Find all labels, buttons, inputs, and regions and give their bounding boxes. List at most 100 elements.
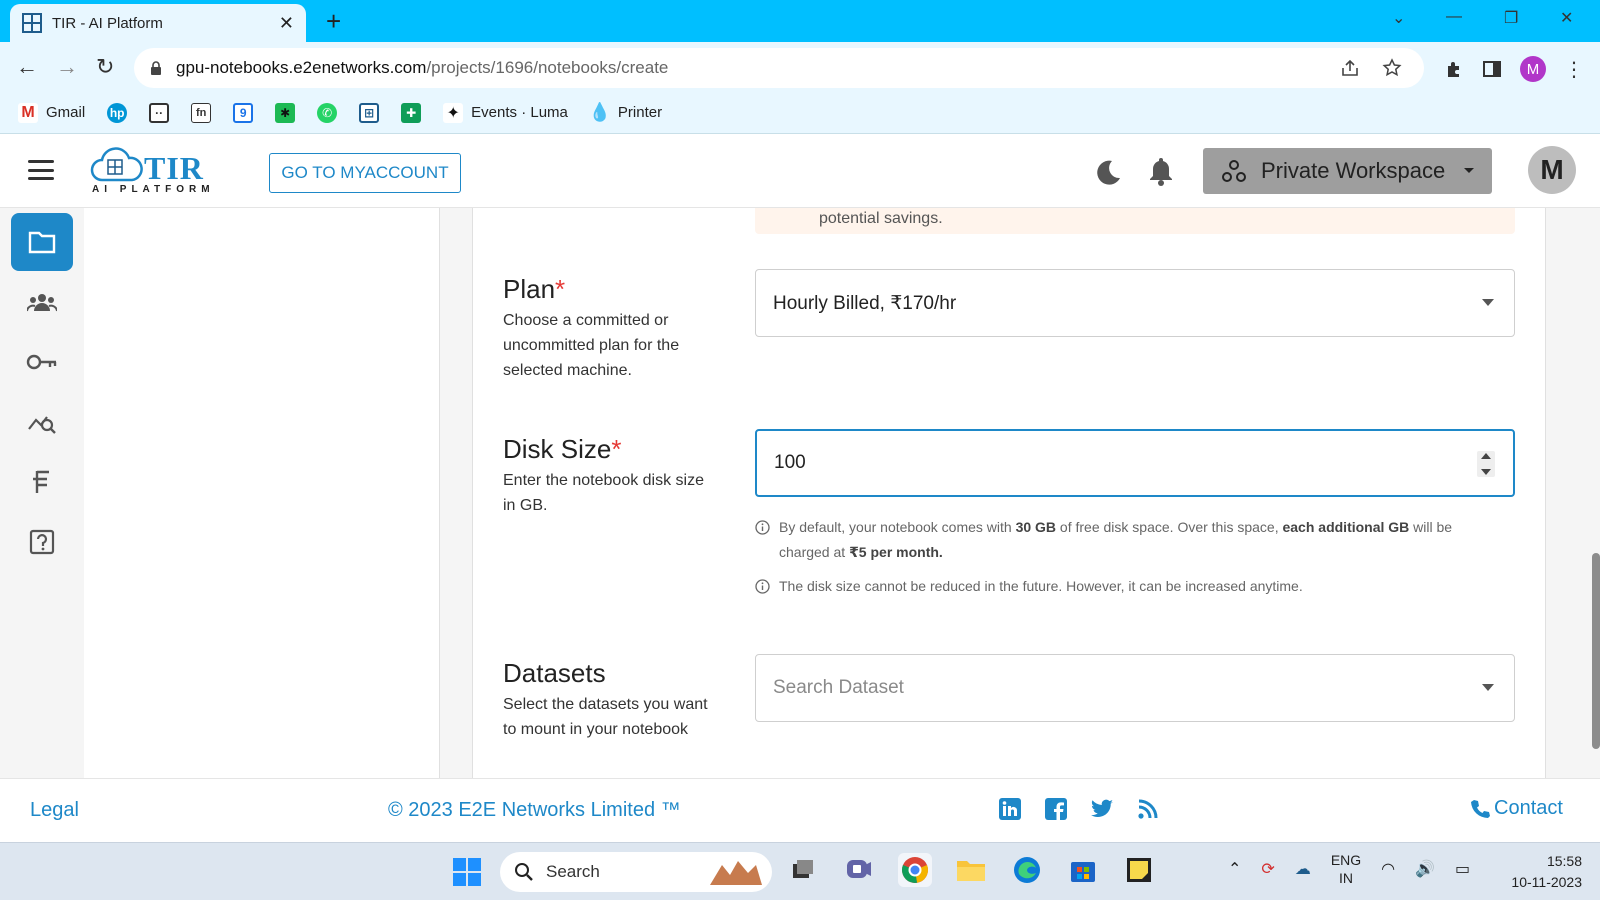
restore-icon[interactable]: ❐ <box>1504 8 1518 28</box>
microsoft-store-icon[interactable] <box>1066 853 1100 887</box>
share-icon[interactable] <box>1340 58 1360 78</box>
bookmark-printer[interactable]: 💧 Printer <box>588 102 662 123</box>
forward-icon[interactable]: → <box>56 54 78 80</box>
plan-label: Plan* <box>503 274 566 304</box>
dataset-search-select[interactable]: Search Dataset <box>755 654 1515 722</box>
plan-select[interactable]: Hourly Billed, ₹170/hr <box>755 269 1515 337</box>
folder-icon <box>28 231 56 254</box>
datasets-label: Datasets <box>503 658 606 688</box>
copyright-text: © 2023 E2E Networks Limited ™ <box>388 799 681 821</box>
go-to-myaccount-button[interactable]: GO TO MYACCOUNT <box>269 153 461 193</box>
side-panel-icon[interactable] <box>1482 59 1502 79</box>
plan-description: Choose a committed or uncommitted plan f… <box>503 312 680 379</box>
page-scrollbar[interactable] <box>1592 553 1600 749</box>
bookmark-green-star[interactable]: ✱ <box>275 102 296 123</box>
nav-billing[interactable] <box>11 453 73 511</box>
sticky-notes-icon[interactable] <box>1122 853 1156 887</box>
taskbar-search[interactable]: Search <box>500 852 772 892</box>
luma-icon: ✦ <box>443 102 464 123</box>
disk-size-label: Disk Size* <box>503 434 622 464</box>
search-icon <box>515 863 533 881</box>
bookmark-whatsapp[interactable]: ✆ <box>317 102 338 123</box>
legal-link[interactable]: Legal <box>30 799 79 822</box>
disk-size-input[interactable]: 100 <box>755 429 1515 497</box>
edge-icon[interactable] <box>1010 853 1044 887</box>
bookmark-tir[interactable]: ⊞ <box>359 102 380 123</box>
sync-status-icon[interactable]: ⟳ <box>1261 859 1274 879</box>
rss-icon[interactable] <box>1136 797 1160 821</box>
bookmark-hp[interactable]: hp <box>107 102 128 123</box>
search-highlight-icon <box>710 861 762 885</box>
number-spinner[interactable] <box>1477 451 1495 477</box>
windows-taskbar: Search ⌃ ⟳ ☁ ENG IN ◠ 🔊 ▭ 15:58 10-11-202… <box>0 842 1600 900</box>
key-icon <box>26 354 57 370</box>
address-bar-row: ← → ↻ gpu-notebooks.e2enetworks.com/proj… <box>0 42 1600 92</box>
user-avatar[interactable]: M <box>1528 146 1576 194</box>
browser-tab[interactable]: TIR - AI Platform ✕ <box>10 4 306 42</box>
disk-size-help-pricing: By default, your notebook comes with 30 … <box>755 515 1495 565</box>
back-icon[interactable]: ← <box>16 54 38 80</box>
nav-analytics[interactable] <box>11 393 73 451</box>
nav-api-keys[interactable] <box>11 333 73 391</box>
nav-notebooks[interactable] <box>11 213 73 271</box>
dark-mode-moon-icon[interactable] <box>1094 158 1122 186</box>
bookmark-chat[interactable]: ·· <box>149 102 170 123</box>
url-bar[interactable]: gpu-notebooks.e2enetworks.com/projects/1… <box>134 48 1424 88</box>
window-close-icon[interactable]: ✕ <box>1560 8 1573 28</box>
bookmark-luma[interactable]: ✦ Events · Luma <box>443 102 568 123</box>
bookmark-sheets[interactable]: ✚ <box>401 102 422 123</box>
help-question-icon <box>29 529 55 555</box>
nav-help[interactable] <box>11 513 73 571</box>
system-tray: ⌃ ⟳ ☁ ENG IN ◠ 🔊 ▭ <box>1228 851 1470 887</box>
tab-close-icon[interactable]: ✕ <box>279 13 294 34</box>
decrement-arrow-icon[interactable] <box>1481 469 1491 475</box>
reload-icon[interactable]: ↻ <box>96 54 114 80</box>
menu-hamburger-icon[interactable] <box>28 160 54 180</box>
show-hidden-icons-icon[interactable]: ⌃ <box>1228 859 1241 879</box>
bookmark-calendar[interactable]: 9 <box>233 102 254 123</box>
browser-profile-avatar[interactable]: M <box>1520 56 1546 82</box>
team-icon <box>27 294 57 312</box>
nav-team[interactable] <box>11 273 73 331</box>
twitter-icon[interactable] <box>1090 797 1114 821</box>
battery-icon[interactable]: ▭ <box>1455 859 1470 879</box>
volume-icon[interactable]: 🔊 <box>1415 859 1435 879</box>
bookmarks-bar: M Gmail hp ·· fn 9 ✱ ✆ ⊞ ✚ ✦ Events · Lu… <box>0 92 1600 134</box>
tir-logo[interactable]: TIR AI PLATFORM <box>90 146 220 196</box>
task-view-icon[interactable] <box>786 853 820 887</box>
info-icon <box>755 579 770 594</box>
extensions-icon[interactable] <box>1444 59 1464 79</box>
left-nav-rail <box>0 208 84 778</box>
workspace-selector[interactable]: Private Workspace <box>1203 148 1492 194</box>
language-indicator[interactable]: ENG IN <box>1331 851 1361 887</box>
new-tab-icon[interactable]: + <box>326 8 341 34</box>
browser-tab-bar: TIR - AI Platform ✕ + ⌄ — ❐ ✕ <box>0 0 1600 42</box>
app-footer: Legal © 2023 E2E Networks Limited ™ Cont… <box>0 778 1600 842</box>
bookmark-fn[interactable]: fn <box>191 102 212 123</box>
increment-arrow-icon[interactable] <box>1481 453 1491 459</box>
wifi-icon[interactable]: ◠ <box>1381 859 1395 879</box>
chrome-icon[interactable] <box>898 853 932 887</box>
minimize-icon[interactable]: — <box>1446 8 1462 26</box>
bookmark-gmail[interactable]: M Gmail <box>18 102 86 123</box>
notification-bell-icon[interactable] <box>1148 156 1174 186</box>
bookmark-label: Gmail <box>46 104 86 121</box>
datasets-description: Select the datasets you want to mount in… <box>503 696 708 738</box>
onedrive-info-icon[interactable]: ☁ <box>1295 859 1311 879</box>
facebook-icon[interactable] <box>1044 797 1068 821</box>
linkedin-icon[interactable] <box>998 797 1022 821</box>
savings-alert: potential savings. <box>755 208 1515 234</box>
dropdown-arrow-icon <box>1482 299 1494 306</box>
bookmark-star-icon[interactable] <box>1382 58 1402 78</box>
tab-search-icon[interactable]: ⌄ <box>1392 8 1405 28</box>
taskbar-clock[interactable]: 15:58 10-11-2023 <box>1502 851 1582 893</box>
calendar-9-icon: 9 <box>233 102 254 123</box>
taskbar-search-label: Search <box>546 862 600 881</box>
teams-chat-icon[interactable] <box>842 853 876 887</box>
contact-link[interactable]: Contact <box>1470 797 1563 820</box>
windows-start-icon[interactable] <box>452 857 482 887</box>
url-path: /projects/1696/notebooks/create <box>426 58 669 77</box>
browser-menu-icon[interactable]: ⋮ <box>1564 57 1584 82</box>
file-explorer-icon[interactable] <box>954 853 988 887</box>
printer-drop-icon: 💧 <box>588 102 612 122</box>
